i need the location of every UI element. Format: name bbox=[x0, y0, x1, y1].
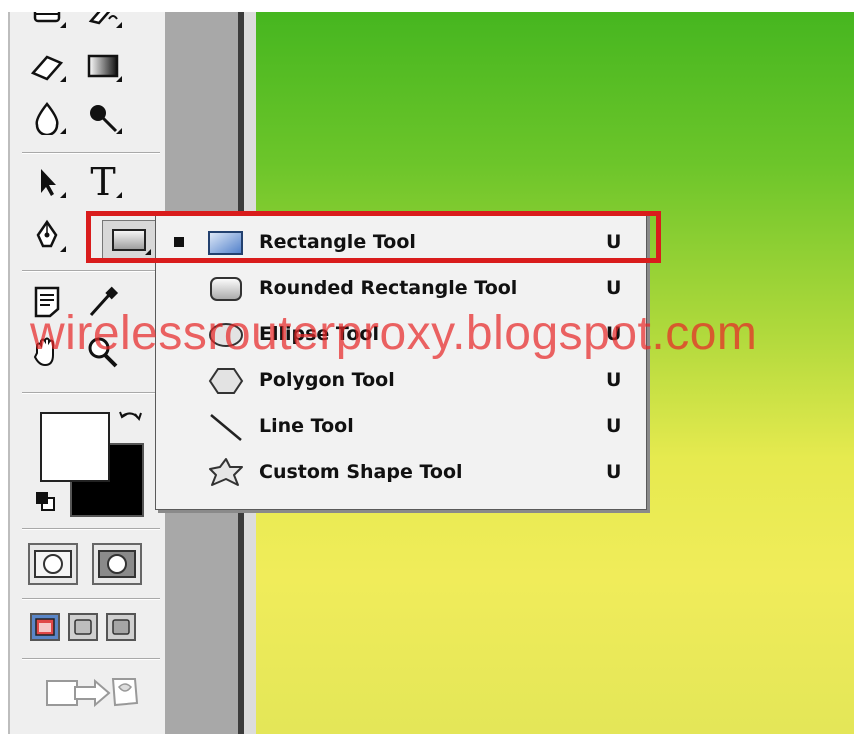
menu-item-polygon-tool[interactable]: Polygon Tool U bbox=[156, 357, 646, 403]
jump-to-imageready-button[interactable] bbox=[32, 666, 152, 716]
menu-item-shortcut: U bbox=[606, 277, 622, 299]
toolbox-separator bbox=[22, 658, 160, 660]
tool-group-indicator bbox=[60, 76, 66, 82]
pen-tool[interactable] bbox=[24, 216, 70, 256]
tool-group-indicator bbox=[116, 76, 122, 82]
toolbox-separator bbox=[22, 598, 160, 600]
rounded-rectangle-icon bbox=[210, 277, 242, 301]
polygon-icon bbox=[208, 368, 244, 394]
image-bottom-border bbox=[0, 734, 854, 739]
tool-group-indicator bbox=[116, 22, 122, 28]
toolbox-panel: T bbox=[8, 0, 167, 739]
toolbox-separator bbox=[22, 392, 160, 394]
toolbox-separator bbox=[22, 152, 160, 154]
type-tool-glyph: T bbox=[90, 160, 116, 204]
foreground-color-swatch[interactable] bbox=[40, 412, 110, 482]
full-screen-menu-mode-button[interactable] bbox=[68, 613, 98, 641]
menu-item-label: Custom Shape Tool bbox=[259, 461, 463, 483]
menu-item-rounded-rectangle-tool[interactable]: Rounded Rectangle Tool U bbox=[156, 265, 646, 311]
image-top-border bbox=[0, 0, 854, 12]
menu-item-shortcut: U bbox=[606, 461, 622, 483]
menu-item-label: Polygon Tool bbox=[259, 369, 395, 391]
standard-screen-mode-button[interactable] bbox=[30, 613, 60, 641]
standard-mode-button[interactable] bbox=[28, 543, 78, 585]
full-screen-menu-icon bbox=[74, 619, 92, 635]
quick-mask-mode-button[interactable] bbox=[92, 543, 142, 585]
tool-group-indicator bbox=[60, 22, 66, 28]
tool-group-indicator bbox=[116, 192, 122, 198]
tool-group-indicator bbox=[60, 246, 66, 252]
standard-screen-icon bbox=[35, 618, 55, 636]
dodge-tool[interactable] bbox=[80, 98, 126, 138]
standard-mode-icon bbox=[34, 550, 72, 578]
tool-group-indicator bbox=[60, 128, 66, 134]
blur-tool[interactable] bbox=[24, 98, 70, 138]
menu-item-shortcut: U bbox=[606, 415, 622, 437]
full-screen-icon bbox=[112, 619, 130, 635]
tool-group-indicator bbox=[60, 192, 66, 198]
line-icon bbox=[210, 414, 242, 441]
menu-item-shortcut: U bbox=[606, 369, 622, 391]
type-tool[interactable]: T bbox=[80, 162, 126, 202]
swap-colors-icon[interactable] bbox=[118, 408, 144, 432]
full-screen-mode-button[interactable] bbox=[106, 613, 136, 641]
menu-item-custom-shape-tool[interactable]: Custom Shape Tool U bbox=[156, 449, 646, 495]
toolbox-separator bbox=[22, 528, 160, 530]
default-colors-icon[interactable] bbox=[34, 490, 56, 512]
quick-mask-icon bbox=[98, 550, 136, 578]
eraser-tool[interactable] bbox=[24, 46, 70, 86]
custom-shape-icon bbox=[209, 458, 243, 486]
tool-group-indicator bbox=[116, 128, 122, 134]
watermark-text: wirelessrouterproxy.blogspot.com bbox=[30, 307, 758, 360]
path-selection-tool[interactable] bbox=[24, 162, 70, 202]
gradient-tool[interactable] bbox=[80, 46, 126, 86]
menu-item-line-tool[interactable]: Line Tool U bbox=[156, 403, 646, 449]
menu-item-label: Rounded Rectangle Tool bbox=[259, 277, 518, 299]
highlight-box bbox=[86, 211, 661, 263]
toolbox-separator bbox=[22, 270, 160, 272]
jump-to-imageready-icon bbox=[46, 678, 139, 708]
menu-item-label: Line Tool bbox=[259, 415, 354, 437]
